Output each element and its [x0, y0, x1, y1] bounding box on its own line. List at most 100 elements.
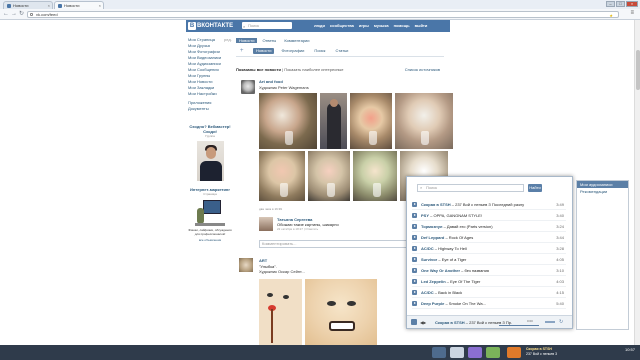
repeat-icon[interactable]: ↻: [559, 319, 563, 325]
vk-logo[interactable]: В ВКОНТАКТЕ: [188, 22, 233, 30]
tab-news[interactable]: Новости: [236, 38, 258, 43]
nav-communities[interactable]: сообщества: [330, 22, 354, 30]
track-row[interactable]: One Way Or Another – без названия 3:10: [412, 265, 566, 276]
nav-help[interactable]: помощь: [394, 22, 410, 30]
post-photo[interactable]: [395, 93, 453, 149]
track-row[interactable]: PSY – OPPA, GANGNAM STYLE! 3:40: [412, 210, 566, 221]
track-row[interactable]: AC/DC – Back in Black 4:15: [412, 287, 566, 298]
browser-tab[interactable]: Новости ×: [3, 1, 53, 9]
scrollbar[interactable]: [634, 20, 640, 345]
sidebar-item-documents[interactable]: Документы: [188, 106, 233, 112]
play-icon[interactable]: [412, 202, 417, 207]
scrollbar-thumb[interactable]: [636, 50, 640, 90]
star-icon[interactable]: ★: [609, 13, 613, 18]
comment-avatar[interactable]: [259, 217, 273, 231]
filter-photos[interactable]: Фотографии: [278, 48, 307, 54]
reload-icon[interactable]: ↻: [19, 11, 24, 17]
edit-link[interactable]: ред.: [224, 37, 232, 42]
maximize-icon[interactable]: □: [616, 1, 625, 7]
track-artist[interactable]: Def Leppard: [421, 235, 444, 240]
nav-logout[interactable]: выйти: [415, 22, 428, 30]
ads-footer-link[interactable]: все объявления: [188, 238, 232, 242]
post-photo[interactable]: [259, 93, 317, 149]
post-author[interactable]: Art and food: [259, 79, 283, 84]
filter-articles[interactable]: Статьи: [332, 48, 351, 54]
play-icon[interactable]: [412, 213, 417, 218]
settings-icon[interactable]: ≡: [630, 10, 634, 16]
forward-icon[interactable]: →: [11, 11, 17, 17]
post-photo[interactable]: [308, 151, 350, 201]
track-artist[interactable]: Led Zeppelin: [421, 279, 446, 284]
post-photo[interactable]: [320, 93, 347, 149]
post-photo[interactable]: [259, 151, 305, 201]
track-artist[interactable]: Deep Purple: [421, 301, 444, 306]
audio-search-button[interactable]: Найти: [528, 184, 542, 192]
address-bar[interactable]: vk.com/feed ★: [27, 11, 619, 18]
track-artist[interactable]: AC/DC: [421, 290, 434, 295]
track-row[interactable]: Survivor – Eye of a Tiger 4:05: [412, 254, 566, 265]
filter-search[interactable]: Поиск: [311, 48, 328, 54]
close-window-icon[interactable]: ×: [626, 1, 638, 7]
post-date[interactable]: два часа в 16:39: [259, 207, 282, 211]
play-icon[interactable]: [412, 279, 417, 284]
vk-search-input[interactable]: ⌕ Поиск: [242, 22, 292, 29]
close-icon[interactable]: ×: [48, 2, 50, 9]
side-item-recommendations[interactable]: Рекомендации: [577, 188, 628, 195]
play-icon[interactable]: [412, 246, 417, 251]
progress-bar[interactable]: [499, 325, 539, 326]
post-author[interactable]: ART: [259, 258, 267, 263]
sources-link[interactable]: Список источников: [405, 67, 440, 72]
track-row[interactable]: AC/DC – Highway To Hell 3:28: [412, 243, 566, 254]
side-item-my-audio[interactable]: Мои аудиозаписи: [577, 181, 628, 188]
taskbar-app-icon[interactable]: [432, 347, 446, 358]
taskbar-now-playing[interactable]: Скорая в STSH 237 Вой с пеньев 3: [526, 347, 578, 358]
track-row[interactable]: Deep Purple – Smoke On The Wa... 5:40: [412, 298, 566, 309]
post-photo[interactable]: [350, 93, 392, 149]
close-icon[interactable]: ×: [99, 2, 101, 9]
now-playing-artist[interactable]: Скорая в STSH: [435, 320, 465, 325]
play-icon[interactable]: [412, 290, 417, 295]
track-row[interactable]: Скорая в STSH – 237 Вой с пеньев З После…: [412, 199, 566, 210]
track-row[interactable]: Def Leppard – Rock Of Ages 3:44: [412, 232, 566, 243]
comment-date[interactable]: 22 октября в 18:27 | Ответить: [277, 227, 318, 231]
play-icon[interactable]: [412, 235, 417, 240]
ad-photo[interactable]: [195, 198, 225, 228]
taskbar-app-icon[interactable]: [468, 347, 482, 358]
browser-tab-active[interactable]: Новости ×: [54, 1, 104, 9]
audio-search-input[interactable]: ⌕ Поиск: [417, 184, 524, 192]
taskbar-app-icon[interactable]: [507, 347, 521, 358]
track-row[interactable]: Тормознул – Давай это (Parts version) 3:2…: [412, 221, 566, 232]
nav-music[interactable]: музыка: [374, 22, 389, 30]
add-post-icon[interactable]: +: [240, 48, 244, 54]
nav-people[interactable]: люди: [314, 22, 325, 30]
volume-slider[interactable]: [545, 321, 555, 323]
avatar[interactable]: [241, 80, 255, 94]
filter-news[interactable]: Новости: [253, 48, 275, 54]
track-artist[interactable]: PSY: [421, 213, 429, 218]
play-icon[interactable]: [412, 257, 417, 262]
comment-input[interactable]: Комментировать...: [259, 240, 409, 248]
tab-comments[interactable]: Комментарии: [281, 38, 312, 43]
taskbar-app-icon[interactable]: [486, 347, 500, 358]
feed-mode-link[interactable]: Показать наиболее интересные: [284, 67, 343, 72]
taskbar-app-icon[interactable]: [450, 347, 464, 358]
tab-answers[interactable]: Ответы: [259, 38, 279, 43]
track-row[interactable]: Led Zeppelin – Eye Of The Tiger 4:03: [412, 276, 566, 287]
avatar[interactable]: [239, 258, 253, 272]
post-photo[interactable]: [353, 151, 397, 201]
back-icon[interactable]: ←: [3, 11, 9, 17]
track-artist[interactable]: AC/DC: [421, 246, 434, 251]
track-artist[interactable]: One Way Or Another: [421, 268, 460, 273]
minimize-icon[interactable]: –: [606, 1, 615, 7]
post-photo[interactable]: [259, 279, 302, 345]
nav-games[interactable]: игры: [359, 22, 369, 30]
track-artist[interactable]: Тормознул: [421, 224, 442, 229]
previous-next-icon[interactable]: ◀▶: [420, 320, 426, 325]
track-artist[interactable]: Survivor: [421, 257, 437, 262]
play-pause-icon[interactable]: [411, 319, 417, 325]
track-artist[interactable]: Скорая в STSH: [421, 202, 451, 207]
ad-title[interactable]: Сходно? Вебмастер! Сходи!: [188, 124, 232, 134]
play-icon[interactable]: [412, 268, 417, 273]
post-photo[interactable]: [305, 279, 377, 345]
sidebar-item-settings[interactable]: Мои Настройки: [188, 91, 233, 97]
